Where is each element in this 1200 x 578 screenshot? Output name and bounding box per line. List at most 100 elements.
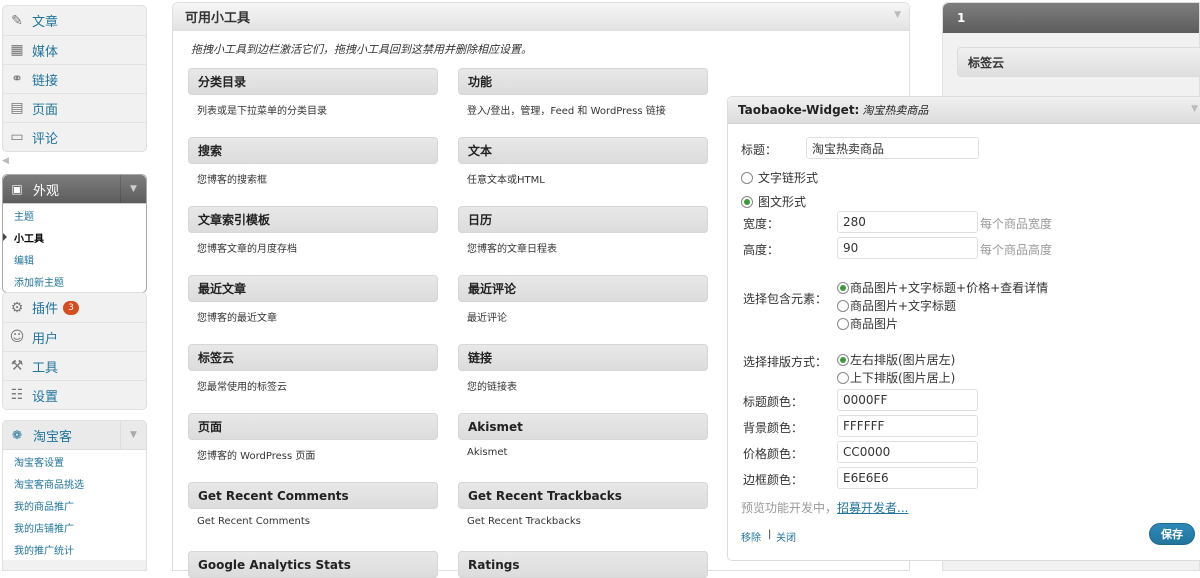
layout-option-horizontal[interactable]: 左右排版(图片居左) bbox=[837, 351, 955, 368]
taobaoke-submenu: 淘宝客设置 淘宝客商品挑选 我的商品推广 我的店铺推广 我的推广统计 bbox=[3, 449, 146, 560]
submenu-product-promo[interactable]: 我的商品推广 bbox=[3, 494, 146, 516]
widget-item[interactable]: 最近文章 您博客的最近文章 bbox=[188, 275, 438, 324]
submenu-editor[interactable]: 编辑 bbox=[3, 248, 146, 270]
height-input[interactable] bbox=[837, 237, 978, 259]
widget-title[interactable]: 标签云 bbox=[188, 344, 438, 371]
widget-title[interactable]: Google Analytics Stats bbox=[188, 551, 438, 578]
widget-instance-title: 淘宝热卖商品 bbox=[862, 104, 929, 117]
chevron-down-icon[interactable]: ▼ bbox=[120, 421, 146, 449]
chevron-down-icon[interactable]: ▼ bbox=[120, 175, 146, 203]
widget-title[interactable]: 日历 bbox=[458, 206, 708, 233]
submenu-widgets[interactable]: 小工具 bbox=[3, 226, 146, 248]
widget-title[interactable]: 搜索 bbox=[188, 137, 438, 164]
widget-item[interactable]: 标签云 您最常使用的标签云 bbox=[188, 344, 438, 393]
title-input[interactable] bbox=[806, 137, 979, 159]
menu-item-label: 文章 bbox=[32, 15, 59, 30]
widget-item[interactable]: Ratings bbox=[458, 551, 708, 578]
elements-option-image-title[interactable]: 商品图片+文字标题 bbox=[837, 297, 956, 314]
widget-title[interactable]: Akismet bbox=[458, 413, 708, 440]
plugin-icon: ⚙ bbox=[10, 299, 24, 316]
menu-item-plugins[interactable]: ⚙ 插件 3 bbox=[3, 293, 146, 322]
widget-item[interactable]: 分类目录 列表或是下拉菜单的分类目录 bbox=[188, 68, 438, 117]
widget-name: Taobaoke-Widget: bbox=[738, 103, 860, 117]
submenu-promo-stats[interactable]: 我的推广统计 bbox=[3, 538, 146, 560]
chevron-down-icon[interactable]: ▼ bbox=[894, 10, 901, 20]
mode-image-radio[interactable]: 图文形式 bbox=[741, 193, 806, 210]
widget-title[interactable]: 最近评论 bbox=[458, 275, 708, 302]
radio-label: 商品图片+文字标题 bbox=[850, 299, 957, 313]
radio-icon bbox=[837, 317, 849, 330]
width-input[interactable] bbox=[837, 211, 978, 233]
widget-item[interactable]: 链接 您的链接表 bbox=[458, 344, 708, 393]
widget-description: 您博客的搜索框 bbox=[197, 175, 267, 186]
mode-text-radio[interactable]: 文字链形式 bbox=[741, 169, 818, 186]
link-icon: ⚭ bbox=[11, 71, 23, 87]
menu-item-posts[interactable]: ✎ 文章 bbox=[3, 6, 146, 35]
widget-item[interactable]: 文本 任意文本或HTML bbox=[458, 137, 708, 186]
taobaoke-icon: ❁ bbox=[11, 428, 23, 442]
submenu-add-theme[interactable]: 添加新主题 bbox=[3, 270, 146, 292]
elements-option-full[interactable]: 商品图片+文字标题+价格+查看详情 bbox=[837, 279, 1048, 296]
layout-option-vertical[interactable]: 上下排版(图片居上) bbox=[837, 369, 955, 386]
widget-title[interactable]: 链接 bbox=[458, 344, 708, 371]
submenu-taobaoke-picker[interactable]: 淘宝客商品挑选 bbox=[3, 472, 146, 494]
save-button[interactable]: 保存 bbox=[1149, 523, 1195, 545]
collapse-menu-icon[interactable]: ◀ bbox=[2, 156, 9, 166]
widget-item[interactable]: 搜索 您博客的搜索框 bbox=[188, 137, 438, 186]
recruit-developers-link[interactable]: 招募开发者... bbox=[837, 501, 908, 515]
widget-item[interactable]: 日历 您博客的文章日程表 bbox=[458, 206, 708, 255]
widget-title[interactable]: 文章索引模板 bbox=[188, 206, 438, 233]
taobaoke-widget-header[interactable]: Taobaoke-Widget: 淘宝热卖商品 ▼ bbox=[728, 97, 1200, 124]
sidebar-header[interactable]: 1 bbox=[943, 3, 1199, 33]
widget-item[interactable]: 页面 您博客的 WordPress 页面 bbox=[188, 413, 438, 462]
radio-label: 商品图片 bbox=[850, 317, 899, 331]
menu-item-settings[interactable]: ☷ 设置 bbox=[3, 380, 146, 409]
title-color-input[interactable] bbox=[837, 389, 978, 411]
menu-item-tools[interactable]: ⚒ 工具 bbox=[3, 351, 146, 380]
widget-item[interactable]: 文章索引模板 您博客文章的月度存档 bbox=[188, 206, 438, 255]
widget-title[interactable]: 分类目录 bbox=[188, 68, 438, 95]
radio-label: 左右排版(图片居左) bbox=[850, 353, 956, 367]
widget-title[interactable]: Ratings bbox=[458, 551, 708, 578]
chevron-down-icon[interactable]: ▼ bbox=[1191, 104, 1198, 114]
sidebar-widget-tag-cloud[interactable]: 标签云 bbox=[957, 47, 1200, 77]
widget-item[interactable]: Akismet Akismet bbox=[458, 413, 708, 458]
widget-item[interactable]: Google Analytics Stats bbox=[188, 551, 438, 578]
width-hint: 每个商品宽度 bbox=[980, 217, 1053, 231]
submenu-themes[interactable]: 主题 bbox=[3, 204, 146, 226]
submenu-taobaoke-settings[interactable]: 淘宝客设置 bbox=[3, 450, 146, 472]
widget-item[interactable]: Get Recent Trackbacks Get Recent Trackba… bbox=[458, 482, 708, 527]
available-widgets-header[interactable]: 可用小工具 ▼ bbox=[173, 3, 909, 31]
bg-color-label: 背景颜色： bbox=[743, 421, 804, 435]
comment-icon: ▭ bbox=[10, 129, 24, 145]
border-color-input[interactable] bbox=[837, 467, 978, 489]
menu-item-label: 评论 bbox=[32, 131, 59, 147]
widget-title[interactable]: 功能 bbox=[458, 68, 708, 95]
widget-title[interactable]: 文本 bbox=[458, 137, 708, 164]
menu-item-label: 用户 bbox=[32, 331, 59, 347]
submenu-shop-promo[interactable]: 我的店铺推广 bbox=[3, 516, 146, 538]
menu-item-taobaoke[interactable]: ❁ 淘宝客 ▼ bbox=[3, 421, 146, 449]
widget-title[interactable]: 页面 bbox=[188, 413, 438, 440]
menu-item-links[interactable]: ⚭ 链接 bbox=[3, 64, 146, 93]
close-link[interactable]: 关闭 bbox=[776, 529, 796, 544]
widget-description: 您博客的 WordPress 页面 bbox=[197, 451, 316, 462]
menu-item-media[interactable]: ▦ 媒体 bbox=[3, 35, 146, 64]
elements-option-image[interactable]: 商品图片 bbox=[837, 315, 898, 332]
widget-title[interactable]: Get Recent Trackbacks bbox=[458, 482, 708, 509]
menu-item-users[interactable]: ☺ 用户 bbox=[3, 322, 146, 351]
remove-link[interactable]: 移除 bbox=[741, 529, 761, 544]
widget-description: Akismet bbox=[467, 447, 508, 458]
widget-title[interactable]: 最近文章 bbox=[188, 275, 438, 302]
price-color-input[interactable] bbox=[837, 441, 978, 463]
menu-item-pages[interactable]: ▤ 页面 bbox=[3, 93, 146, 122]
widget-item[interactable]: 最近评论 最近评论 bbox=[458, 275, 708, 324]
width-label: 宽度： bbox=[743, 217, 780, 231]
widget-item[interactable]: 功能 登入/登出，管理，Feed 和 WordPress 链接 bbox=[458, 68, 708, 117]
widget-description: 登入/登出，管理，Feed 和 WordPress 链接 bbox=[467, 106, 666, 117]
widget-item[interactable]: Get Recent Comments Get Recent Comments bbox=[188, 482, 438, 527]
widget-title[interactable]: Get Recent Comments bbox=[188, 482, 438, 509]
menu-item-appearance[interactable]: ▣ 外观 ▼ bbox=[3, 175, 146, 203]
bg-color-input[interactable] bbox=[837, 415, 978, 437]
menu-item-comments[interactable]: ▭ 评论 bbox=[3, 122, 146, 151]
